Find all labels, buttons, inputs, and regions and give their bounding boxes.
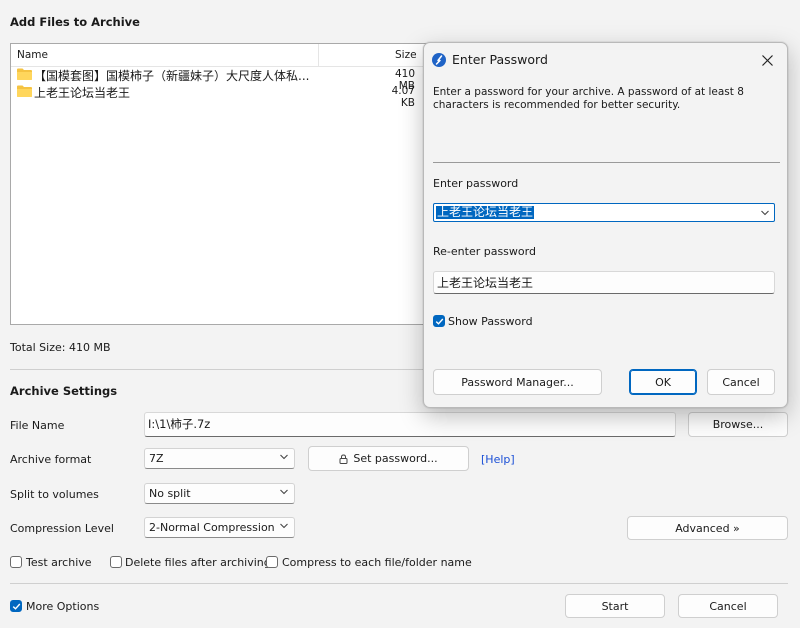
more-options-label: More Options	[26, 600, 100, 613]
close-button[interactable]	[756, 49, 778, 71]
checkmark-icon	[435, 318, 444, 325]
chevron-down-icon[interactable]	[761, 210, 769, 216]
file-list-row[interactable]: 上老王论坛当老王 4.07 KB	[11, 83, 441, 109]
compression-level-label: Compression Level	[10, 522, 114, 535]
compression-level-value: 2-Normal Compression	[149, 521, 275, 534]
chevron-down-icon	[280, 454, 288, 460]
column-header-size[interactable]: Size	[395, 49, 417, 61]
archive-format-select[interactable]: 7Z	[144, 448, 295, 469]
split-volumes-select[interactable]: No split	[144, 483, 295, 504]
reenter-password-label: Re-enter password	[433, 245, 536, 258]
column-header-name[interactable]: Name	[17, 49, 48, 61]
compress-each-label: Compress to each file/folder name	[282, 556, 472, 569]
enter-password-value: 上老王论坛当老王	[436, 205, 535, 219]
compression-level-select[interactable]: 2-Normal Compression	[144, 517, 295, 538]
show-password-label: Show Password	[448, 315, 533, 328]
password-manager-button[interactable]: Password Manager...	[433, 369, 602, 395]
chevron-down-icon	[280, 523, 288, 529]
advanced-button[interactable]: Advanced »	[627, 516, 788, 540]
enter-password-input[interactable]: 上老王论坛当老王	[433, 203, 775, 222]
delete-files-checkbox[interactable]	[110, 556, 122, 568]
dialog-title: Enter Password	[452, 52, 548, 67]
file-list-header: Name Size	[11, 44, 441, 67]
enter-password-label: Enter password	[433, 177, 519, 190]
compress-each-checkbox[interactable]	[266, 556, 278, 568]
cancel-button[interactable]: Cancel	[678, 594, 778, 618]
chevron-down-icon	[280, 489, 288, 495]
test-archive-label: Test archive	[26, 556, 92, 569]
app-icon	[432, 53, 446, 67]
archive-format-value: 7Z	[149, 452, 164, 465]
set-password-label: Set password...	[353, 452, 438, 465]
divider	[10, 583, 788, 584]
set-password-button[interactable]: Set password...	[308, 446, 469, 471]
file-list[interactable]: Name Size 【国模套图】国模柿子（新疆妹子）大尺度人体私... 410 …	[10, 43, 442, 325]
dialog-cancel-button[interactable]: Cancel	[707, 369, 775, 395]
file-name: 上老王论坛当老王	[34, 86, 131, 100]
test-archive-checkbox[interactable]	[10, 556, 22, 568]
file-name-input[interactable]: I:\1\柿子.7z	[144, 412, 676, 437]
close-icon	[761, 54, 773, 66]
checkmark-icon	[12, 603, 21, 610]
total-size: Total Size: 410 MB	[10, 341, 111, 354]
page-title: Add Files to Archive	[10, 15, 140, 29]
folder-icon	[17, 85, 32, 97]
split-volumes-value: No split	[149, 487, 191, 500]
reenter-password-value: 上老王论坛当老王	[437, 276, 534, 290]
ok-button[interactable]: OK	[629, 369, 697, 395]
archive-settings-title: Archive Settings	[10, 384, 118, 398]
browse-button[interactable]: Browse...	[688, 412, 788, 437]
reenter-password-input[interactable]: 上老王论坛当老王	[433, 271, 775, 294]
help-link[interactable]: [Help]	[481, 453, 515, 466]
file-list-row[interactable]: 【国模套图】国模柿子（新疆妹子）大尺度人体私... 410 MB	[11, 66, 441, 92]
more-options-checkbox[interactable]	[10, 600, 22, 612]
split-volumes-label: Split to volumes	[10, 488, 99, 501]
folder-icon	[17, 68, 32, 80]
password-dialog[interactable]: Enter Password Enter a password for your…	[423, 42, 788, 408]
dialog-description: Enter a password for your archive. A pas…	[433, 86, 744, 111]
file-name: 【国模套图】国模柿子（新疆妹子）大尺度人体私...	[34, 69, 310, 83]
show-password-checkbox[interactable]	[433, 315, 445, 327]
divider	[433, 162, 780, 163]
file-name-value: I:\1\柿子.7z	[148, 417, 211, 431]
archive-format-label: Archive format	[10, 453, 92, 466]
delete-files-label: Delete files after archiving	[125, 556, 271, 569]
file-size: 4.07 KB	[391, 85, 415, 109]
start-button[interactable]: Start	[565, 594, 665, 618]
file-name-label: File Name	[10, 419, 65, 432]
lock-icon	[339, 453, 348, 464]
